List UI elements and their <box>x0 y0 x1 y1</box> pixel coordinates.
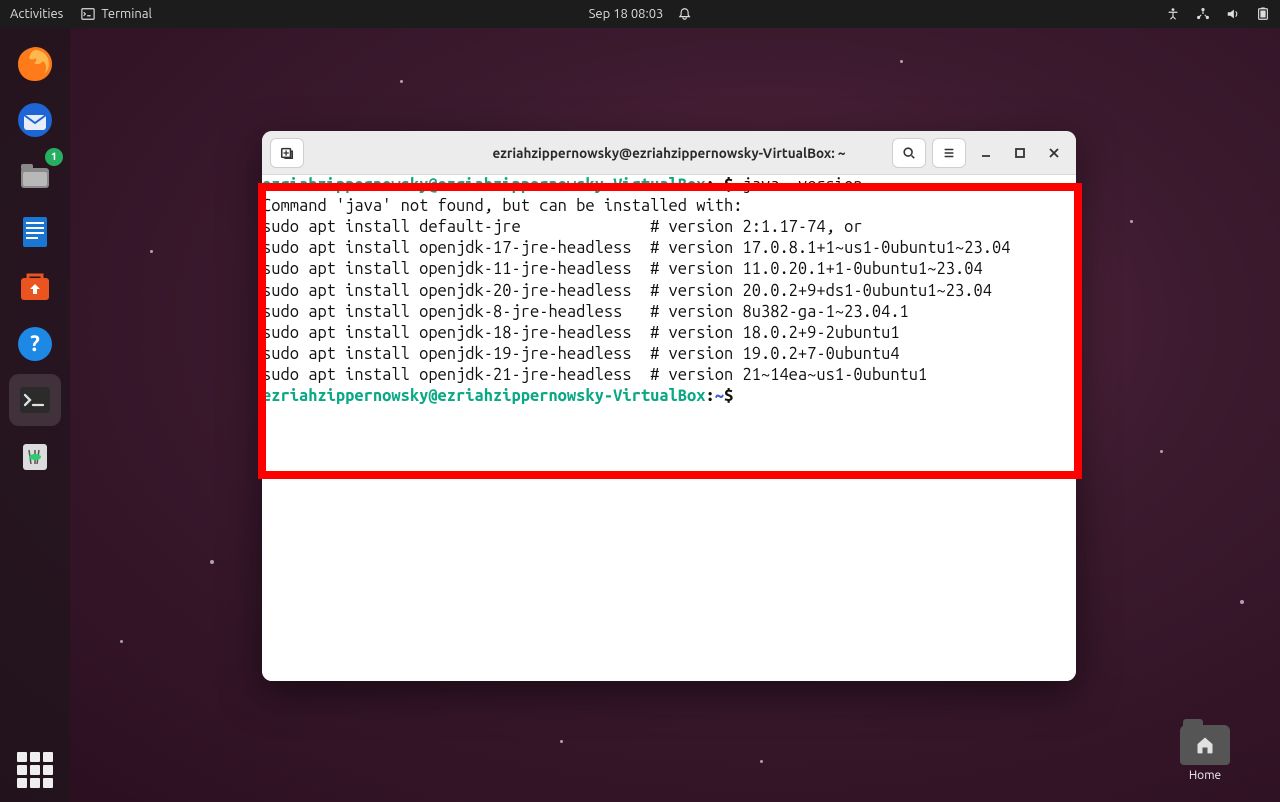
hamburger-icon <box>942 146 956 160</box>
libreoffice-writer-icon <box>15 212 55 252</box>
window-title: ezriahzippernowsky@ezriahzippernowsky-Vi… <box>492 145 845 161</box>
svg-text:?: ? <box>30 331 40 356</box>
new-tab-icon <box>280 146 294 160</box>
terminal-output[interactable]: ezriahzippernowsky@ezriahzippernowsky-Vi… <box>262 175 1076 681</box>
dock-firefox[interactable] <box>9 38 61 90</box>
dock-writer[interactable] <box>9 206 61 258</box>
home-icon <box>1195 735 1215 755</box>
dock-help[interactable]: ? <box>9 318 61 370</box>
clock[interactable]: Sep 18 08:03 <box>589 7 664 21</box>
notification-icon[interactable] <box>677 7 691 21</box>
volume-icon[interactable] <box>1226 7 1240 21</box>
dock-software[interactable] <box>9 262 61 314</box>
activities-button[interactable]: Activities <box>10 7 63 21</box>
active-app-name: Terminal <box>101 7 152 21</box>
close-button[interactable] <box>1040 139 1068 167</box>
terminal-icon <box>81 7 95 21</box>
top-bar: Activities Terminal Sep 18 08:03 <box>0 0 1280 28</box>
close-icon <box>1048 147 1060 159</box>
thunderbird-icon <box>15 100 55 140</box>
terminal-window: ezriahzippernowsky@ezriahzippernowsky-Vi… <box>262 131 1076 681</box>
help-icon: ? <box>15 324 55 364</box>
dock: 1 ? <box>0 28 70 802</box>
new-tab-button[interactable] <box>270 138 304 168</box>
search-icon <box>902 146 916 160</box>
active-app-indicator[interactable]: Terminal <box>81 7 152 21</box>
dock-thunderbird[interactable] <box>9 94 61 146</box>
files-badge: 1 <box>45 148 63 166</box>
desktop-home-label: Home <box>1189 769 1221 782</box>
desktop-home-folder[interactable]: Home <box>1170 725 1240 782</box>
network-icon[interactable] <box>1196 7 1210 21</box>
show-applications[interactable] <box>17 752 53 788</box>
search-button[interactable] <box>892 138 926 168</box>
minimize-icon <box>980 147 992 159</box>
dock-terminal[interactable] <box>9 374 61 426</box>
firefox-icon <box>15 44 55 84</box>
trash-icon <box>15 436 55 476</box>
battery-icon[interactable] <box>1256 7 1270 21</box>
menu-button[interactable] <box>932 138 966 168</box>
maximize-button[interactable] <box>1006 139 1034 167</box>
terminal-app-icon <box>15 380 55 420</box>
dock-trash[interactable] <box>9 430 61 482</box>
accessibility-icon[interactable] <box>1166 7 1180 21</box>
minimize-button[interactable] <box>972 139 1000 167</box>
maximize-icon <box>1014 147 1026 159</box>
dock-files[interactable]: 1 <box>9 150 61 202</box>
ubuntu-software-icon <box>15 268 55 308</box>
window-titlebar[interactable]: ezriahzippernowsky@ezriahzippernowsky-Vi… <box>262 131 1076 175</box>
